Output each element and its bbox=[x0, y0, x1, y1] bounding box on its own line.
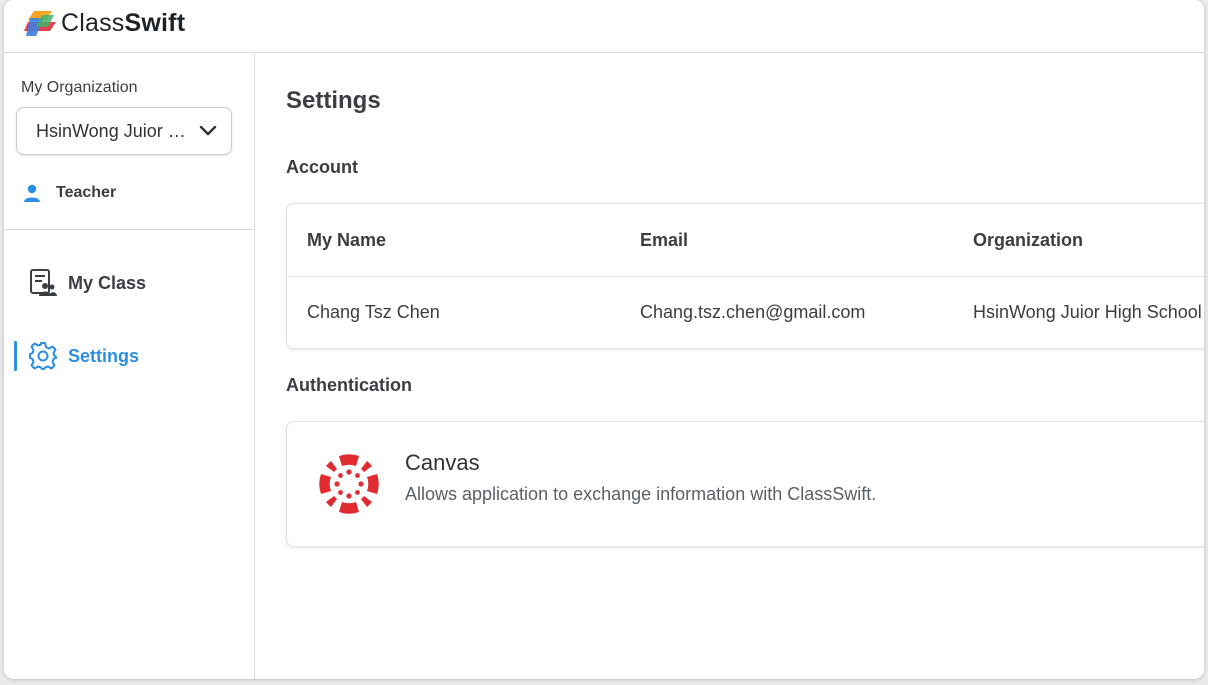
integration-description: Allows application to exchange informati… bbox=[405, 484, 877, 504]
chevron-down-icon bbox=[199, 125, 217, 136]
gear-icon bbox=[29, 342, 57, 370]
organization-select[interactable]: HsinWong Juior High School bbox=[16, 107, 232, 155]
sidebar-item-label: Settings bbox=[68, 345, 140, 366]
class-roster-icon bbox=[30, 269, 57, 296]
sidebar-divider bbox=[4, 229, 254, 230]
account-section-title: Account bbox=[286, 157, 358, 177]
canvas-logo-icon bbox=[319, 454, 379, 514]
cell-organization: HsinWong Juior High School bbox=[973, 302, 1202, 322]
role-label: Teacher bbox=[56, 184, 117, 201]
integration-name: Canvas bbox=[405, 450, 480, 475]
column-header-name: My Name bbox=[307, 230, 387, 250]
settings-content: Settings Account My Name Email Organizat… bbox=[255, 53, 1204, 679]
active-indicator bbox=[14, 341, 17, 371]
app-window: ClassSwift My Organization HsinWong Juio… bbox=[4, 0, 1204, 679]
account-table: My Name Email Organization Chang Tsz Che… bbox=[286, 203, 1204, 349]
authentication-section-title: Authentication bbox=[286, 375, 412, 395]
user-role: Teacher bbox=[22, 183, 116, 203]
sidebar: My Organization HsinWong Juior High Scho… bbox=[4, 53, 255, 679]
organization-select-value: HsinWong Juior High School bbox=[36, 121, 198, 141]
brand-name: ClassSwift bbox=[61, 8, 186, 37]
sidebar-item-settings[interactable]: Settings bbox=[14, 338, 139, 374]
cell-email: Chang.tsz.chen@gmail.com bbox=[640, 302, 866, 322]
user-icon bbox=[24, 184, 40, 202]
organization-label: My Organization bbox=[21, 79, 138, 96]
cell-name: Chang Tsz Chen bbox=[307, 302, 440, 322]
top-bar: ClassSwift bbox=[4, 0, 1204, 53]
classswift-logo[interactable]: ClassSwift bbox=[24, 8, 185, 38]
page-title: Settings bbox=[286, 87, 381, 114]
column-header-email: Email bbox=[640, 230, 689, 250]
classswift-logo-icon bbox=[24, 11, 56, 36]
sidebar-item-label: My Class bbox=[68, 272, 147, 293]
sidebar-item-my-class[interactable]: My Class bbox=[14, 265, 146, 301]
column-header-organization: Organization bbox=[973, 230, 1084, 250]
canvas-integration-card[interactable]: Canvas Allows application to exchange in… bbox=[286, 421, 1204, 547]
table-header: My Name Email Organization bbox=[287, 204, 1204, 277]
table-row: Chang Tsz Chen Chang.tsz.chen@gmail.com … bbox=[287, 276, 1204, 348]
